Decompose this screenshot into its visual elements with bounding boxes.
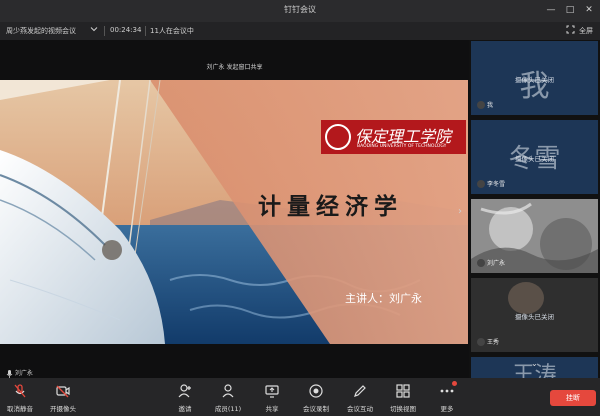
participant-name: 王秀	[477, 337, 499, 346]
more-icon	[421, 383, 473, 401]
participants-panel: 我 摄像头已关闭 我 冬雪 摄像头已关闭 李冬雪 刘广永 摄像头已关闭 王秀 王…	[469, 40, 600, 378]
participant-tile[interactable]: 我 摄像头已关闭 我	[471, 41, 598, 115]
chevron-down-icon[interactable]	[90, 25, 98, 35]
participant-tile[interactable]: 王涛 ⌄	[471, 357, 598, 378]
camera-toggle-button[interactable]: 开摄像头	[37, 383, 89, 413]
active-speaker-indicator: 刘广永	[6, 368, 33, 378]
participant-name: 刘广永	[477, 258, 505, 267]
camera-off-status: 摄像头已关闭	[515, 313, 554, 321]
maximize-button[interactable]: □	[563, 3, 577, 17]
chevron-down-icon[interactable]: ⌄	[531, 359, 538, 368]
window-title: 钉钉会议	[284, 5, 316, 14]
fullscreen-button[interactable]: 全屏	[579, 26, 593, 36]
switch-view-label: 切换视图	[390, 405, 416, 413]
microphone-muted-icon	[477, 338, 485, 346]
lecturer-label: 主讲人：刘广永	[345, 292, 422, 305]
meeting-info-bar: 周少燕发起的视频会议 00:24:34 11人在会议中 全屏	[0, 22, 600, 40]
record-label: 会议录制	[303, 405, 329, 413]
active-speaker-name: 刘广永	[14, 370, 33, 377]
share-label: 共享	[265, 405, 279, 413]
members-label: 成员(11)	[214, 405, 242, 413]
participant-name: 我	[477, 100, 493, 109]
title-bar: 钉钉会议 — □ ✕	[0, 0, 600, 22]
camera-toggle-label: 开摄像头	[50, 405, 76, 413]
microphone-icon	[6, 369, 15, 378]
more-label: 更多	[440, 405, 454, 413]
school-logo: 保定理工学院 BAODING UNIVERSITY OF TECHNOLOGY	[321, 120, 466, 154]
camera-off-icon	[37, 383, 89, 401]
participant-tile[interactable]: 刘广永	[471, 199, 598, 273]
meeting-duration: 00:24:34	[110, 26, 142, 34]
invite-label: 邀请	[178, 405, 192, 413]
unmute-label: 取消静音	[7, 405, 33, 413]
more-button[interactable]: 更多	[421, 383, 473, 413]
meeting-name[interactable]: 周少燕发起的视频会议	[6, 26, 76, 36]
course-title: 计量经济学	[258, 194, 403, 220]
microphone-muted-icon	[477, 180, 485, 188]
meeting-toolbar: 取消静音 开摄像头 邀请 成员(11) 共享 会议录制 会议互动 切换视图 更多…	[0, 378, 600, 416]
presentation-slide: 保定理工学院 BAODING UNIVERSITY OF TECHNOLOGY …	[0, 80, 468, 344]
divider	[145, 26, 146, 36]
microphone-muted-icon	[477, 101, 485, 109]
camera-off-status: 摄像头已关闭	[515, 76, 554, 84]
minimize-button[interactable]: —	[544, 3, 558, 17]
interact-label: 会议互动	[347, 405, 373, 413]
close-button[interactable]: ✕	[582, 3, 596, 17]
emblem-icon	[325, 124, 351, 150]
participants-status: 11人在会议中	[150, 27, 194, 35]
share-status: 刘广永 发起窗口共享	[206, 64, 263, 71]
divider	[104, 26, 105, 36]
notification-badge	[452, 381, 457, 386]
shared-screen-stage: 刘广永 发起窗口共享 保定理工学院 BAODING UNIVERSITY OF …	[0, 40, 469, 378]
participant-tile[interactable]: 冬雪 摄像头已关闭 李冬雪	[471, 120, 598, 194]
camera-off-status: 摄像头已关闭	[515, 155, 554, 163]
participant-name: 李冬雪	[477, 179, 505, 188]
participant-tile[interactable]: 摄像头已关闭 王秀	[471, 278, 598, 352]
microphone-muted-icon	[477, 259, 485, 267]
next-page-icon[interactable]: ›	[458, 206, 462, 217]
end-call-button[interactable]: 挂断	[550, 390, 596, 406]
school-english-name: BAODING UNIVERSITY OF TECHNOLOGY	[357, 144, 447, 149]
fullscreen-icon[interactable]	[566, 25, 575, 36]
